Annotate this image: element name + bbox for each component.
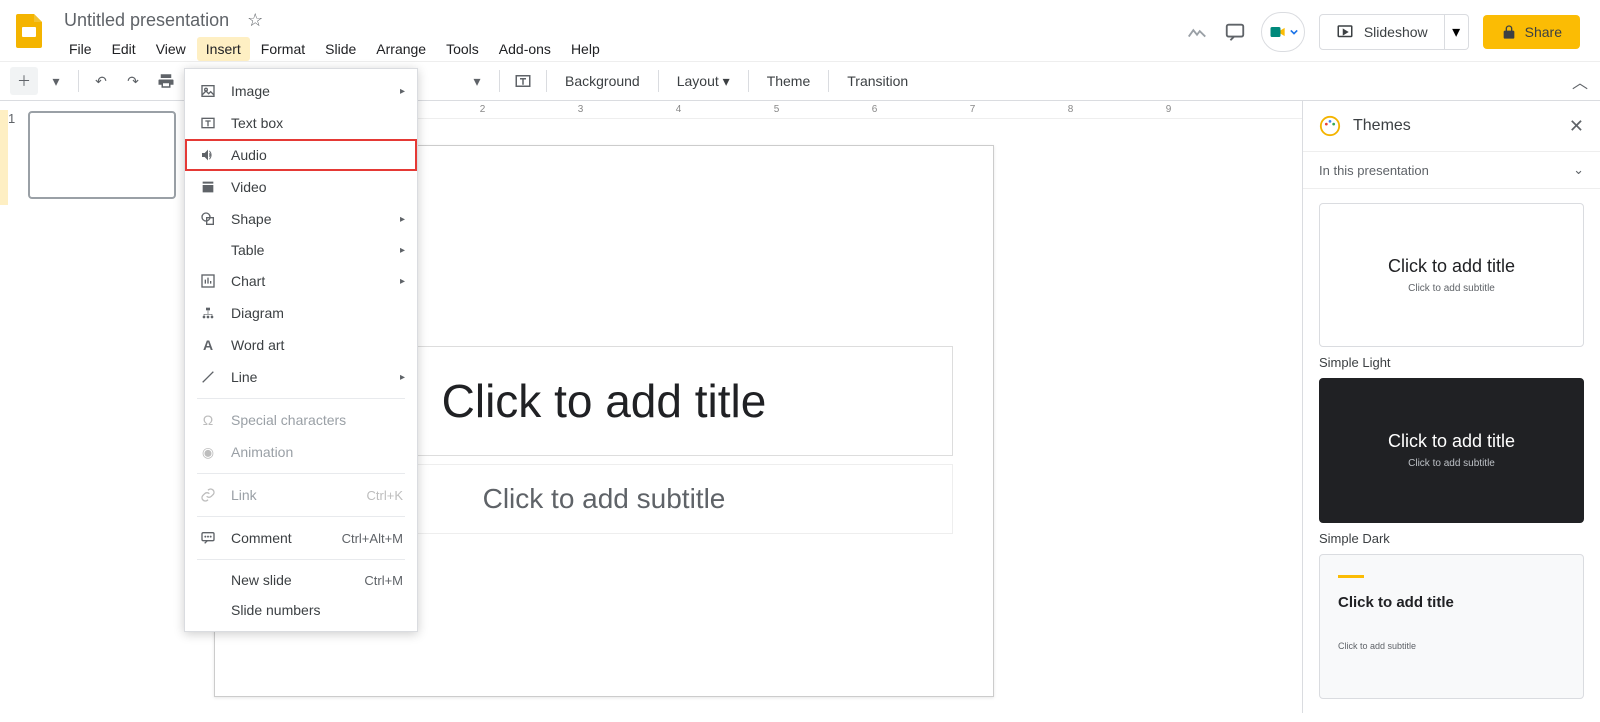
menu-edit[interactable]: Edit: [103, 37, 145, 61]
undo-button[interactable]: ↶: [87, 67, 115, 95]
menu-tools[interactable]: Tools: [437, 37, 488, 61]
comments-icon[interactable]: [1223, 20, 1247, 44]
chevron-down-icon: ⌄: [1573, 162, 1584, 178]
filmstrip-highlight: [0, 110, 8, 205]
insert-new-slide[interactable]: New slideCtrl+M: [185, 565, 417, 595]
insert-link: LinkCtrl+K: [185, 479, 417, 511]
video-icon: [199, 178, 217, 196]
theme-name-light: Simple Light: [1319, 355, 1584, 370]
share-button[interactable]: Share: [1483, 15, 1580, 49]
insert-textbox[interactable]: Text box: [185, 107, 417, 139]
slide-thumbnail-1[interactable]: [28, 111, 176, 199]
new-slide-button[interactable]: ＋: [10, 67, 38, 95]
image-icon: [199, 82, 217, 100]
menu-file[interactable]: File: [60, 37, 101, 61]
animation-icon: ◉: [199, 443, 217, 461]
wordart-icon: A: [199, 336, 217, 354]
collapse-toolbar-icon[interactable]: ︿: [1572, 69, 1588, 93]
palette-icon: [1319, 115, 1341, 137]
themes-panel: Themes ✕ In this presentation ⌄ Click to…: [1302, 101, 1600, 713]
new-slide-dropdown[interactable]: ▾: [42, 67, 70, 95]
menu-format[interactable]: Format: [252, 37, 314, 61]
insert-audio[interactable]: Audio: [185, 139, 417, 171]
layout-button[interactable]: Layout ▾: [667, 73, 740, 90]
title-area: Untitled presentation ☆ File Edit View I…: [60, 8, 1185, 61]
insert-comment[interactable]: CommentCtrl+Alt+M: [185, 522, 417, 554]
slideshow-button[interactable]: Slideshow: [1319, 14, 1445, 50]
slide-number: 1: [8, 111, 20, 199]
theme-button[interactable]: Theme: [757, 73, 821, 89]
menu-view[interactable]: View: [147, 37, 195, 61]
diagram-icon: [199, 304, 217, 322]
theme-streamline[interactable]: Click to add title Click to add subtitle: [1319, 554, 1584, 699]
insert-video[interactable]: Video: [185, 171, 417, 203]
themes-title: Themes: [1353, 117, 1557, 135]
insert-animation: ◉ Animation: [185, 436, 417, 468]
link-icon: [199, 486, 217, 504]
shape-icon: [199, 210, 217, 228]
menu-bar: File Edit View Insert Format Slide Arran…: [60, 37, 1185, 61]
slideshow-dropdown[interactable]: ▾: [1445, 14, 1469, 50]
header-right: Slideshow ▾ Share: [1185, 12, 1590, 52]
slideshow-group: Slideshow ▾: [1319, 14, 1469, 50]
themes-subsection[interactable]: In this presentation ⌄: [1303, 152, 1600, 189]
doc-title[interactable]: Untitled presentation: [60, 8, 233, 33]
menu-insert[interactable]: Insert: [197, 37, 250, 61]
textbox-icon: [199, 114, 217, 132]
menu-addons[interactable]: Add-ons: [490, 37, 560, 61]
close-themes-icon[interactable]: ✕: [1569, 116, 1584, 137]
insert-chart[interactable]: Chart▸: [185, 265, 417, 297]
slides-logo-icon[interactable]: [12, 12, 48, 48]
insert-image[interactable]: Image▸: [185, 75, 417, 107]
insert-textbox-toolbar[interactable]: [508, 67, 538, 95]
background-button[interactable]: Background: [555, 73, 650, 89]
activity-icon[interactable]: [1185, 20, 1209, 44]
header-bar: Untitled presentation ☆ File Edit View I…: [0, 0, 1600, 61]
print-button[interactable]: [151, 67, 181, 95]
omega-icon: Ω: [199, 411, 217, 429]
theme-name-dark: Simple Dark: [1319, 531, 1584, 546]
insert-wordart[interactable]: A Word art: [185, 329, 417, 361]
insert-table[interactable]: Table▸: [185, 235, 417, 265]
insert-line[interactable]: Line▸: [185, 361, 417, 393]
line-icon: [199, 368, 217, 386]
filmstrip: 1: [0, 101, 184, 713]
zoom-dropdown[interactable]: ▾: [463, 67, 491, 95]
transition-button[interactable]: Transition: [837, 73, 918, 89]
theme-simple-light[interactable]: Click to add title Click to add subtitle: [1319, 203, 1584, 347]
slideshow-label: Slideshow: [1364, 24, 1428, 40]
insert-menu-dropdown: Image▸ Text box Audio Video Shape▸ Table…: [184, 68, 418, 632]
audio-icon: [199, 146, 217, 164]
chart-icon: [199, 272, 217, 290]
meet-button[interactable]: [1261, 12, 1305, 52]
menu-arrange[interactable]: Arrange: [367, 37, 435, 61]
theme-simple-dark[interactable]: Click to add title Click to add subtitle: [1319, 378, 1584, 522]
insert-diagram[interactable]: Diagram: [185, 297, 417, 329]
insert-slide-numbers[interactable]: Slide numbers: [185, 595, 417, 625]
comment-icon: [199, 529, 217, 547]
menu-slide[interactable]: Slide: [316, 37, 365, 61]
star-icon[interactable]: ☆: [247, 10, 263, 31]
insert-shape[interactable]: Shape▸: [185, 203, 417, 235]
menu-help[interactable]: Help: [562, 37, 609, 61]
redo-button[interactable]: ↷: [119, 67, 147, 95]
insert-special-characters: Ω Special characters: [185, 404, 417, 436]
share-label: Share: [1525, 24, 1562, 40]
